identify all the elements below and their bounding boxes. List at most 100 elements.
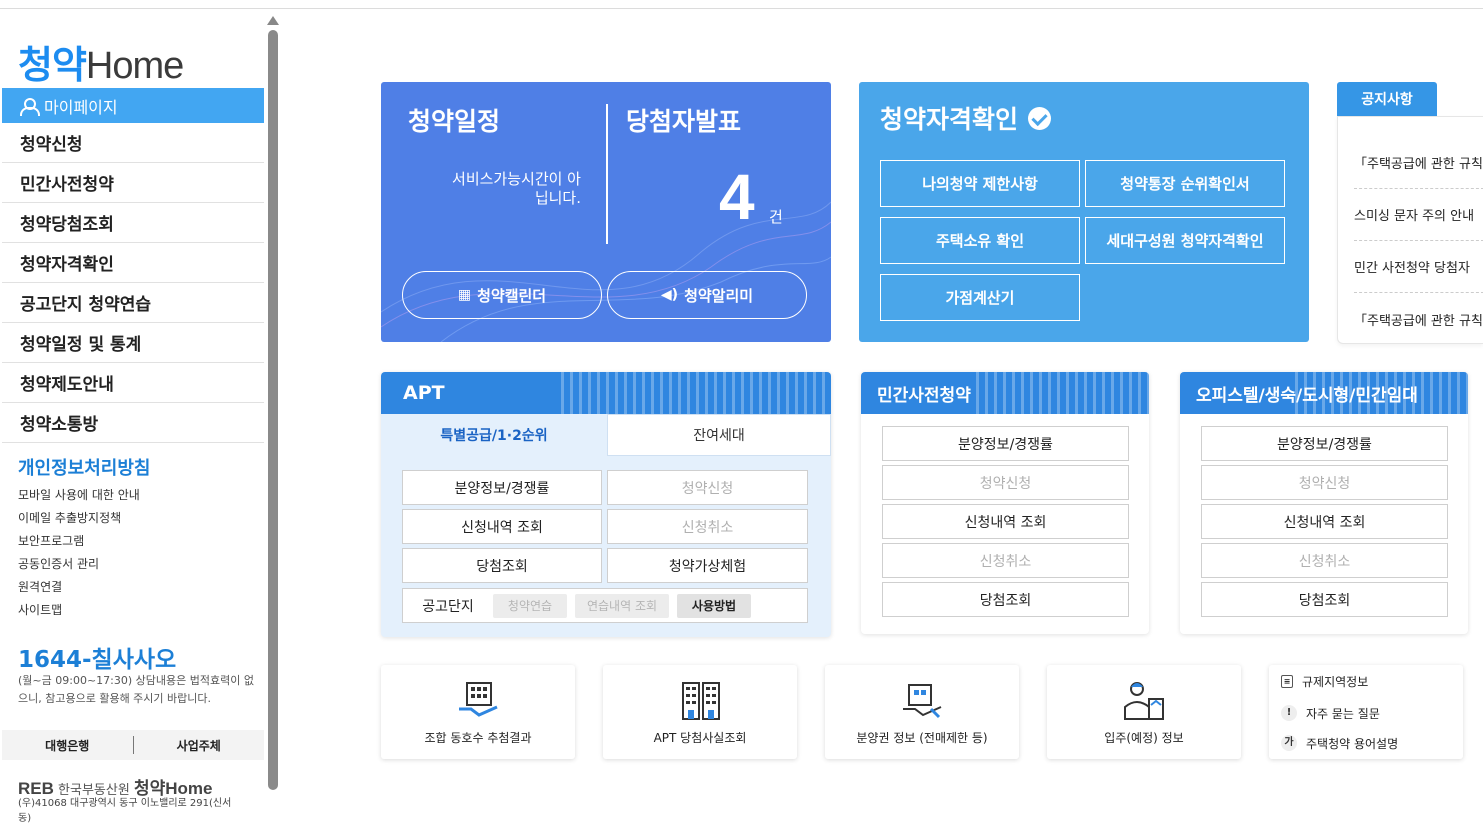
address: (우)41068 대구광역시 동구 이노밸리로 291(신서동) xyxy=(18,796,238,826)
sublink-sitemap[interactable]: 사이트맵 xyxy=(18,599,140,622)
apt-practice-label: 공고단지 xyxy=(403,596,493,616)
apt-simulation-button[interactable]: 청약가상체험 xyxy=(607,548,808,583)
mypage-button[interactable]: 마이페이지 xyxy=(2,88,264,123)
sublink-certificate[interactable]: 공동인증서 관리 xyxy=(18,553,140,576)
menu-item-qualify[interactable]: 청약자격확인 xyxy=(2,243,264,283)
qualify-title-text: 청약자격확인 xyxy=(880,100,1018,136)
speaker-icon: ◀) xyxy=(661,287,678,303)
notice-item[interactable]: 「주택공급에 관한 규칙」 xyxy=(1354,293,1483,345)
tile-move-in-info[interactable]: 입주(예정) 정보 xyxy=(1047,665,1241,759)
winner-title[interactable]: 당첨자발표 xyxy=(626,102,741,138)
sublink-mobile[interactable]: 모바일 사용에 대한 안내 xyxy=(18,484,140,507)
apt-sale-info-button[interactable]: 분양정보/경쟁률 xyxy=(402,470,602,505)
officetel-cancel-button[interactable]: 신청취소 xyxy=(1201,543,1448,578)
pre-sale-info-button[interactable]: 분양정보/경쟁률 xyxy=(882,426,1129,461)
apt-section: APT 특별공급/1·2순위 잔여세대 분양정보/경쟁률 청약신청 신청내역 조… xyxy=(381,372,831,637)
sublink-email[interactable]: 이메일 추출방지정책 xyxy=(18,507,140,530)
alarm-button[interactable]: ◀) 청약알리미 xyxy=(607,271,807,319)
business-link[interactable]: 사업주체 xyxy=(134,737,265,754)
pre-sale-history-button[interactable]: 신청내역 조회 xyxy=(882,504,1129,539)
apt-practice-row: 공고단지 청약연습 연습내역 조회 사용방법 xyxy=(402,588,808,623)
regulated-area-link[interactable]: ≡ 규제지역정보 xyxy=(1281,671,1368,691)
phone-number: 1644-칠사사오 xyxy=(18,640,176,674)
notice-item[interactable]: 스미싱 문자 주의 안내 xyxy=(1354,189,1483,241)
tile-apt-winner-check[interactable]: APT 당첨사실조회 xyxy=(603,665,797,759)
winner-count-unit: 건 xyxy=(769,206,783,227)
menu-item-community[interactable]: 청약소통방 xyxy=(2,403,264,443)
practice-history-chip[interactable]: 연습내역 조회 xyxy=(575,594,669,618)
scroll-up-arrow-icon[interactable] xyxy=(267,16,279,25)
tile-label: 조합 동호수 추첨결과 xyxy=(381,729,575,746)
service-message: 서비스가능시간이 아닙니다. xyxy=(441,170,581,208)
phone-note: (월~금 09:00~17:30) 상담내용은 법적효력이 없으니, 참고용으로… xyxy=(18,672,258,708)
tab-remaining[interactable]: 잔여세대 xyxy=(607,414,831,456)
pre-sale-section: 민간사전청약 분양정보/경쟁률 청약신청 신청내역 조회 신청취소 당첨조회 xyxy=(861,372,1149,634)
household-qualify-button[interactable]: 세대구성원 청약자격확인 xyxy=(1085,217,1285,264)
top-divider xyxy=(0,8,1483,9)
tile-label: APT 당첨사실조회 xyxy=(603,729,797,746)
notice-list: 「주택공급에 관한 규칙」 스미싱 문자 주의 안내 민간 사전청약 당첨자 「… xyxy=(1337,116,1483,344)
building-hand-icon xyxy=(457,679,501,723)
privacy-policy-link[interactable]: 개인정보처리방침 xyxy=(18,454,150,480)
menu-item-apply[interactable]: 청약신청 xyxy=(2,123,264,163)
officetel-info-button[interactable]: 분양정보/경쟁률 xyxy=(1201,426,1448,461)
how-to-use-chip[interactable]: 사용방법 xyxy=(677,594,751,618)
winner-count: 4 xyxy=(719,160,755,234)
exclamation-icon: ! xyxy=(1281,705,1297,721)
apt-winner-button[interactable]: 당첨조회 xyxy=(402,548,602,583)
glossary-link[interactable]: 가주택청약 용어설명 xyxy=(1281,733,1398,753)
calendar-button[interactable]: ▦ 청약캘린더 xyxy=(402,271,602,319)
menu-item-winner[interactable]: 청약당첨조회 xyxy=(2,203,264,243)
calendar-icon: ▦ xyxy=(458,287,471,303)
house-ownership-button[interactable]: 주택소유 확인 xyxy=(880,217,1080,264)
sidebar-scrollbar[interactable] xyxy=(268,30,278,790)
sublink-security[interactable]: 보안프로그램 xyxy=(18,530,140,553)
pre-sale-winner-button[interactable]: 당첨조회 xyxy=(882,582,1129,617)
tab-special-supply[interactable]: 특별공급/1·2순위 xyxy=(381,414,607,456)
menu-item-pre-sale[interactable]: 민간사전청약 xyxy=(2,163,264,203)
tile-label: 입주(예정) 정보 xyxy=(1047,729,1241,746)
tile-union-lottery[interactable]: 조합 동호수 추첨결과 xyxy=(381,665,575,759)
officetel-winner-button[interactable]: 당첨조회 xyxy=(1201,582,1448,617)
score-calculator-button[interactable]: 가점계산기 xyxy=(880,274,1080,321)
notice-tab[interactable]: 공지사항 xyxy=(1337,82,1437,116)
notice-item[interactable]: 민간 사전청약 당첨자 xyxy=(1354,241,1483,293)
menu-item-guide[interactable]: 청약제도안내 xyxy=(2,363,264,403)
officetel-apply-button[interactable]: 청약신청 xyxy=(1201,465,1448,500)
bank-link[interactable]: 대행은행 xyxy=(2,737,133,754)
sublink-remote[interactable]: 원격연결 xyxy=(18,576,140,599)
document-icon: ≡ xyxy=(1281,675,1293,688)
notice-item[interactable]: 「주택공급에 관한 규칙」 xyxy=(1354,137,1483,189)
menu-item-schedule[interactable]: 청약일정 및 통계 xyxy=(2,323,264,363)
sublinks: 모바일 사용에 대한 안내 이메일 추출방지정책 보안프로그램 공동인증서 관리… xyxy=(18,484,140,622)
menu-item-practice[interactable]: 공고단지 청약연습 xyxy=(2,283,264,323)
apt-history-button[interactable]: 신청내역 조회 xyxy=(402,509,602,544)
site-logo[interactable]: 청약Home xyxy=(18,34,183,89)
glossary-icon: 가 xyxy=(1281,735,1297,751)
apt-cancel-button[interactable]: 신청취소 xyxy=(607,509,808,544)
card-divider xyxy=(606,104,608,244)
pre-sale-apply-button[interactable]: 청약신청 xyxy=(882,465,1129,500)
pre-sale-cancel-button[interactable]: 신청취소 xyxy=(882,543,1129,578)
qualify-title: 청약자격확인 xyxy=(880,100,1051,136)
logo-suffix: Home xyxy=(86,45,183,87)
practice-chip[interactable]: 청약연습 xyxy=(493,594,567,618)
faq-link[interactable]: !자주 묻는 질문 xyxy=(1281,703,1380,723)
resident-icon xyxy=(1123,679,1167,723)
schedule-title[interactable]: 청약일정 xyxy=(408,102,500,138)
my-restriction-button[interactable]: 나의청약 제한사항 xyxy=(880,160,1080,207)
sidebar: 청약Home 마이페이지 청약신청 민간사전청약 청약당첨조회 청약자격확인 공… xyxy=(0,12,266,821)
officetel-section: 오피스텔/생숙/도시형/민간임대 분양정보/경쟁률 청약신청 신청내역 조회 신… xyxy=(1180,372,1468,634)
officetel-history-button[interactable]: 신청내역 조회 xyxy=(1201,504,1448,539)
logo-prefix: 청약 xyxy=(18,43,86,87)
regulated-area-label: 규제지역정보 xyxy=(1302,673,1368,690)
pre-sale-header: 민간사전청약 xyxy=(861,372,1149,414)
notice-panel: 공지사항 「주택공급에 관한 규칙」 스미싱 문자 주의 안내 민간 사전청약 … xyxy=(1337,82,1483,344)
check-circle-icon xyxy=(1028,107,1051,130)
qualify-card: 청약자격확인 나의청약 제한사항 청약통장 순위확인서 주택소유 확인 세대구성… xyxy=(859,82,1309,342)
account-rank-button[interactable]: 청약통장 순위확인서 xyxy=(1085,160,1285,207)
apt-apply-button[interactable]: 청약신청 xyxy=(607,470,808,505)
header-pattern xyxy=(561,372,831,414)
header-pattern xyxy=(1295,372,1468,414)
tile-presale-rights[interactable]: 분양권 정보 (전매제한 등) xyxy=(825,665,1019,759)
